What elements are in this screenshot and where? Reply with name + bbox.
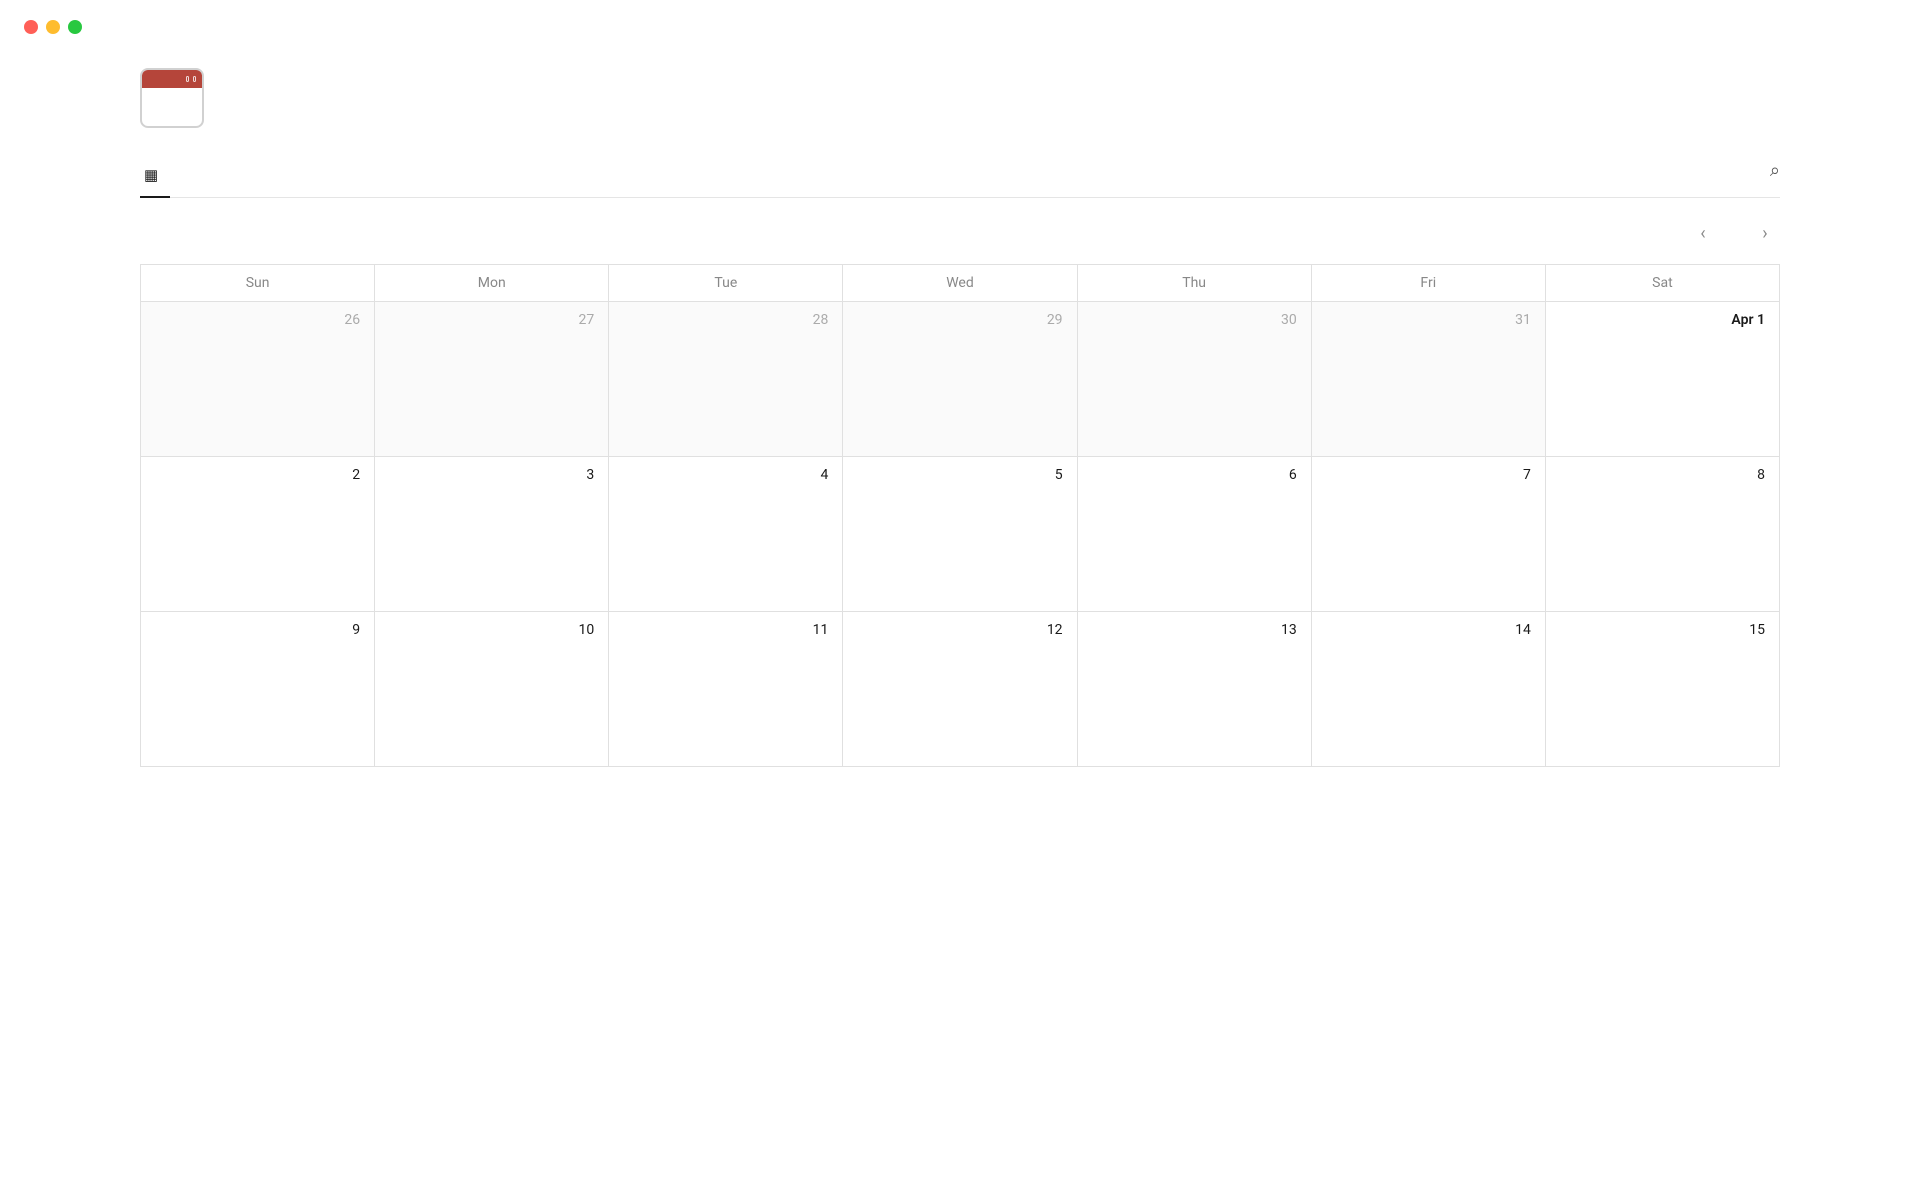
calendar-day-cell[interactable]: 28	[609, 302, 843, 457]
icon-day	[142, 88, 202, 92]
day-of-week-sat: Sat	[1545, 265, 1779, 302]
day-number: 3	[383, 467, 594, 483]
calendar-header-row: SunMonTueWedThuFriSat	[141, 265, 1780, 302]
day-number: 5	[851, 467, 1062, 483]
day-of-week-sun: Sun	[141, 265, 375, 302]
calendar-week-0: 26 27 28 29 30 31 Apr 1	[141, 302, 1780, 457]
calendar-day-cell[interactable]: 12	[843, 612, 1077, 767]
calendar-day-cell[interactable]: 11	[609, 612, 843, 767]
day-number: 31	[1320, 312, 1531, 328]
next-month-button[interactable]: ›	[1750, 218, 1780, 248]
search-icon[interactable]: ⌕	[1770, 160, 1780, 181]
prev-month-button[interactable]: ‹	[1688, 218, 1718, 248]
day-of-week-tue: Tue	[609, 265, 843, 302]
calendar-day-cell[interactable]: 4	[609, 457, 843, 612]
close-button[interactable]	[24, 20, 38, 34]
calendar-day-cell[interactable]: 9	[141, 612, 375, 767]
day-number: 13	[1086, 622, 1297, 638]
calendar-day-cell[interactable]: 15	[1545, 612, 1779, 767]
day-number: 2	[149, 467, 360, 483]
app-icon	[140, 64, 204, 128]
day-number: 9	[149, 622, 360, 638]
minimize-button[interactable]	[46, 20, 60, 34]
calendar-day-cell[interactable]: 5	[843, 457, 1077, 612]
day-number: 30	[1086, 312, 1297, 328]
calendar-nav: ‹ ›	[140, 198, 1780, 264]
day-number: 11	[617, 622, 828, 638]
day-of-week-fri: Fri	[1311, 265, 1545, 302]
day-number: 7	[1320, 467, 1531, 483]
maximize-button[interactable]	[68, 20, 82, 34]
today-button[interactable]	[1726, 229, 1742, 237]
day-of-week-wed: Wed	[843, 265, 1077, 302]
calendar-day-cell[interactable]: 8	[1545, 457, 1779, 612]
day-of-week-mon: Mon	[375, 265, 609, 302]
calendar-day-cell[interactable]: Apr 1	[1545, 302, 1779, 457]
day-number: 29	[851, 312, 1062, 328]
day-number: 14	[1320, 622, 1531, 638]
calendar-day-cell[interactable]: 26	[141, 302, 375, 457]
calendar-day-cell[interactable]: 10	[375, 612, 609, 767]
app-container: ▦ ⌕ ‹ › SunMonTueWedThuFriSat 2627282930…	[0, 64, 1920, 767]
day-number: 26	[149, 312, 360, 328]
day-number: 10	[383, 622, 594, 638]
calendar-day-cell[interactable]: 7	[1311, 457, 1545, 612]
header	[140, 64, 1780, 128]
day-number: 15	[1554, 622, 1765, 638]
day-number: 12	[851, 622, 1062, 638]
calendar-day-cell[interactable]: 3	[375, 457, 609, 612]
day-number: 4	[617, 467, 828, 483]
day-number: Apr 1	[1554, 312, 1765, 328]
calendar-day-cell[interactable]: 30	[1077, 302, 1311, 457]
calendar-day-cell[interactable]: 2	[141, 457, 375, 612]
calendar-week-1: 2 3 4 5 6 7 8	[141, 457, 1780, 612]
calendar-day-cell[interactable]: 6	[1077, 457, 1311, 612]
calendar-week-2: 9 10 11 12 13 14 15	[141, 612, 1780, 767]
calendar-view-tab[interactable]: ▦	[140, 156, 170, 198]
calendar-day-cell[interactable]: 14	[1311, 612, 1545, 767]
calendar-body: 26 27 28 29 30 31 Apr 1 2 3 4 5 6 7 8 9 10 11 12 13 14 15	[141, 302, 1780, 767]
day-number: 8	[1554, 467, 1765, 483]
day-number: 6	[1086, 467, 1297, 483]
calendar-day-cell[interactable]: 27	[375, 302, 609, 457]
toolbar-right: ⌕	[1730, 160, 1780, 193]
traffic-lights	[0, 0, 1920, 54]
calendar-day-cell[interactable]: 31	[1311, 302, 1545, 457]
day-of-week-thu: Thu	[1077, 265, 1311, 302]
calendar-view-icon: ▦	[144, 166, 158, 184]
view-bar: ▦ ⌕	[140, 156, 1780, 198]
calendar-day-cell[interactable]: 13	[1077, 612, 1311, 767]
calendar-day-cell[interactable]: 29	[843, 302, 1077, 457]
calendar-grid: SunMonTueWedThuFriSat 262728293031Apr 12…	[140, 264, 1780, 767]
day-number: 28	[617, 312, 828, 328]
nav-controls: ‹ ›	[1688, 218, 1780, 248]
day-number: 27	[383, 312, 594, 328]
view-tabs: ▦	[140, 156, 170, 197]
